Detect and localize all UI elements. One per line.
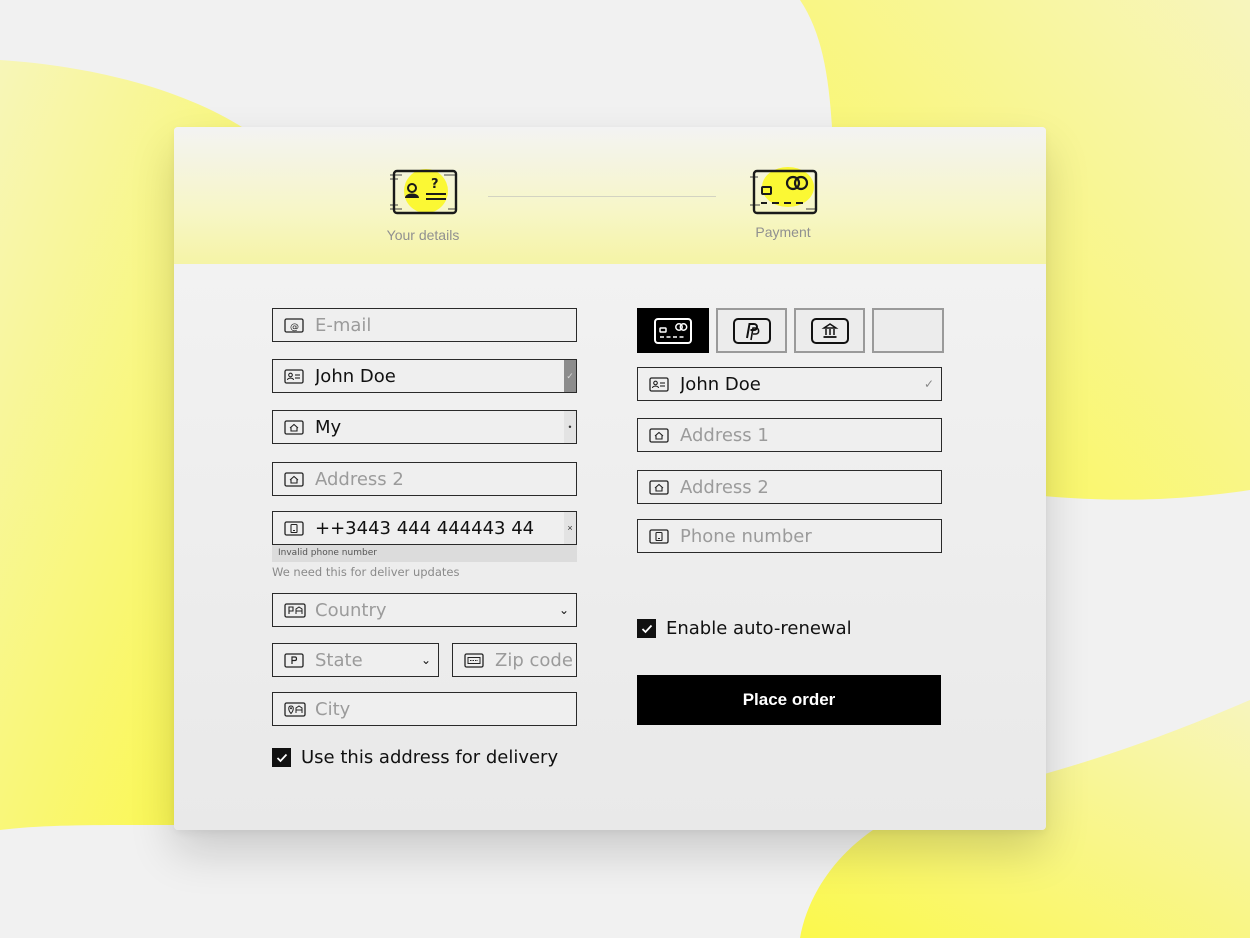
parking-sign-icon — [284, 653, 304, 668]
payment-method-card[interactable] — [637, 308, 709, 353]
id-card-question-icon: ? — [390, 169, 458, 215]
zip-input[interactable] — [495, 644, 575, 676]
zip-code-icon — [464, 653, 484, 668]
house-icon — [284, 420, 304, 435]
paypal-icon — [732, 317, 771, 344]
state-input[interactable] — [315, 644, 415, 676]
email-icon: @ — [284, 318, 304, 333]
phone-input[interactable] — [315, 512, 565, 544]
payment-address2-field[interactable] — [637, 470, 942, 504]
use-for-delivery-label: Use this address for delivery — [301, 747, 559, 768]
valid-check-icon: ✓ — [923, 377, 935, 391]
map-flag-icon — [284, 603, 306, 618]
phone-help-text: We need this for deliver updates — [272, 565, 460, 579]
auto-renewal-label: Enable auto-renewal — [666, 618, 852, 639]
phone-error: Invalid phone number — [272, 545, 577, 562]
step-label: Payment — [755, 224, 811, 240]
address2-input[interactable] — [315, 463, 565, 495]
email-field[interactable]: @ — [272, 308, 577, 342]
address2-field[interactable] — [272, 462, 577, 496]
payment-method-empty[interactable] — [872, 308, 944, 353]
credit-card-icon — [750, 167, 818, 215]
payment-phone-field[interactable] — [637, 519, 942, 553]
state-select[interactable]: ⌄ — [272, 643, 439, 677]
payment-method-bank[interactable] — [794, 308, 865, 353]
city-input[interactable] — [315, 693, 565, 725]
address1-field[interactable]: • — [272, 410, 577, 444]
credit-card-icon — [654, 317, 692, 344]
check-icon — [276, 753, 287, 762]
city-field[interactable] — [272, 692, 577, 726]
name-input[interactable] — [315, 360, 565, 392]
clear-icon[interactable]: × — [564, 512, 576, 544]
phone-field[interactable]: × — [272, 511, 577, 545]
auto-renewal-checkbox[interactable]: Enable auto-renewal — [637, 618, 852, 639]
house-icon — [284, 472, 304, 487]
place-order-button[interactable]: Place order — [637, 675, 941, 725]
checkout-card: ? Your details Payment @ E-mail John Doe… — [174, 127, 1046, 830]
address1-input[interactable] — [315, 411, 565, 443]
use-for-delivery-checkbox[interactable]: Use this address for delivery — [272, 747, 558, 768]
step-label: Your details — [386, 227, 460, 243]
country-select[interactable]: ⌄ — [272, 593, 577, 627]
chevron-down-icon: ⌄ — [558, 603, 570, 617]
payment-method-paypal[interactable] — [716, 308, 787, 353]
payment-name-field[interactable]: ✓ — [637, 367, 942, 401]
name-field[interactable]: ✓ — [272, 359, 577, 393]
house-icon — [649, 428, 669, 443]
phone-icon — [649, 529, 669, 544]
step-your-details[interactable]: ? Your details — [363, 165, 483, 243]
id-card-icon — [284, 369, 304, 384]
stepper-header: ? Your details Payment — [174, 127, 1046, 264]
step-connector — [488, 196, 716, 197]
checkbox-checked[interactable] — [637, 619, 656, 638]
checkbox-checked[interactable] — [272, 748, 291, 767]
payment-address2-input[interactable] — [680, 471, 930, 503]
payment-name-input[interactable] — [680, 368, 910, 400]
map-pin-icon — [284, 702, 306, 717]
chevron-down-icon: ⌄ — [420, 653, 432, 667]
zip-field[interactable] — [452, 643, 577, 677]
step-payment[interactable]: Payment — [723, 165, 843, 240]
email-input[interactable] — [315, 309, 565, 341]
house-icon — [649, 480, 669, 495]
typing-indicator-icon: • — [564, 411, 576, 443]
id-card-icon — [649, 377, 669, 392]
payment-phone-input[interactable] — [680, 520, 930, 552]
check-icon — [641, 624, 652, 633]
svg-text:?: ? — [431, 177, 439, 192]
payment-address1-field[interactable] — [637, 418, 942, 452]
payment-address1-input[interactable] — [680, 419, 930, 451]
country-input[interactable] — [315, 594, 545, 626]
valid-check-icon: ✓ — [564, 360, 576, 392]
phone-icon — [284, 521, 304, 536]
svg-text:@: @ — [290, 323, 299, 333]
bank-icon — [810, 317, 849, 344]
